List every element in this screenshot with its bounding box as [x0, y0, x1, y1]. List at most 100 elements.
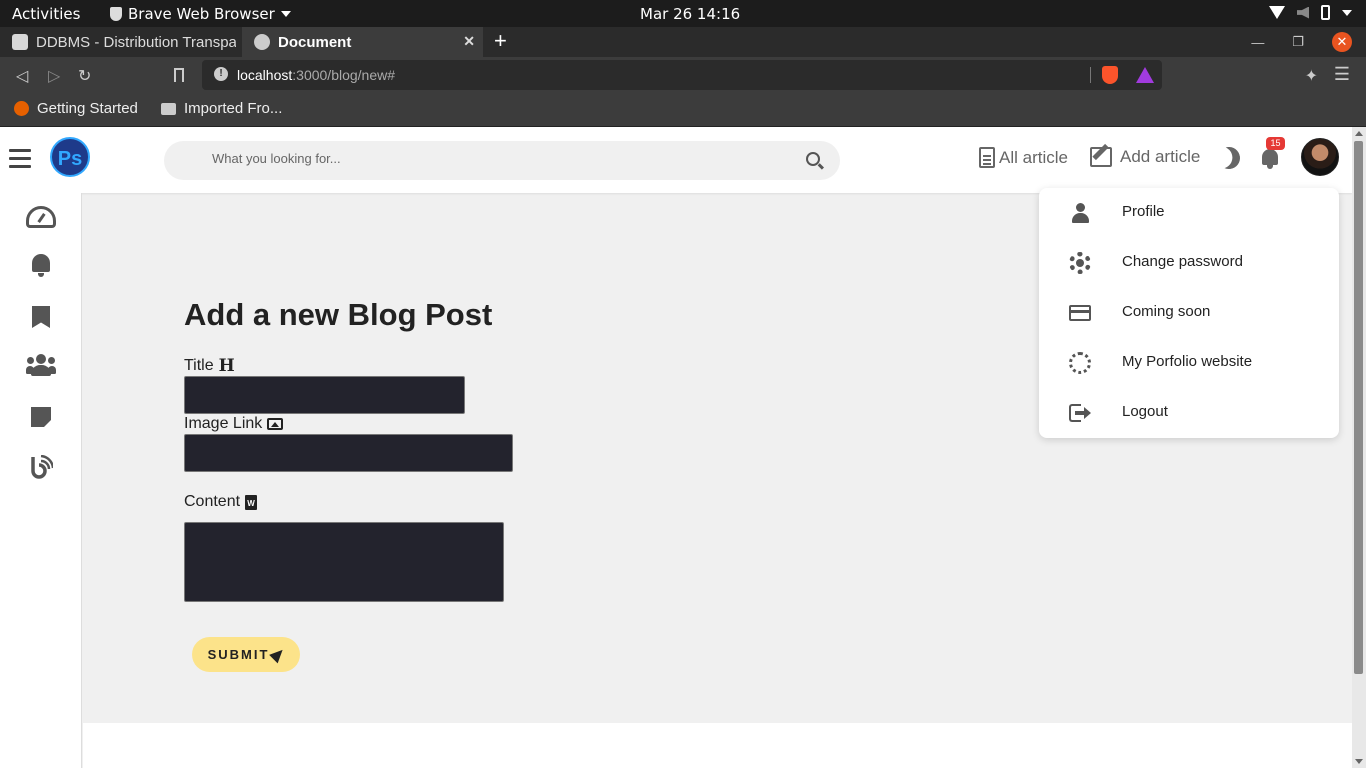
scrollbar-thumb[interactable] — [1354, 141, 1363, 674]
notifications-icon[interactable] — [26, 254, 56, 282]
profile-dropdown-menu: Profile Change password Coming soon My P… — [1039, 188, 1339, 438]
image-link-input[interactable] — [184, 434, 513, 472]
brave-icon — [110, 7, 122, 21]
battery-icon — [1321, 5, 1330, 20]
gear-icon — [1069, 252, 1091, 274]
app-menu-label: Brave Web Browser — [128, 5, 275, 23]
tab-title: DDBMS - Distribution Transpa — [36, 33, 236, 51]
content-textarea[interactable] — [184, 522, 504, 602]
nav-add-article-label: Add article — [1120, 147, 1201, 166]
dark-mode-toggle-icon[interactable] — [1215, 144, 1243, 172]
app-menu[interactable]: Brave Web Browser — [110, 5, 291, 23]
menu-item-label: Logout — [1122, 403, 1168, 420]
browser-menu-icon[interactable]: ☰ — [1334, 64, 1350, 85]
restore-icon[interactable]: ❐ — [1292, 34, 1304, 50]
scroll-up-icon[interactable] — [1355, 131, 1363, 136]
activities-button[interactable]: Activities — [12, 5, 80, 23]
person-icon — [1069, 202, 1091, 224]
tab-ddbms[interactable]: DDBMS - Distribution Transpa — [0, 27, 242, 57]
notifications-bell-icon[interactable] — [1260, 149, 1280, 169]
menu-item-label: My Porfolio website — [1122, 353, 1253, 370]
logout-icon — [1069, 404, 1091, 422]
menu-item-label: Coming soon — [1122, 303, 1211, 320]
heading-icon: H — [218, 356, 235, 376]
brave-rewards-icon[interactable] — [1136, 67, 1154, 83]
system-tray[interactable] — [1269, 5, 1352, 20]
search-icon[interactable] — [806, 152, 820, 166]
chevron-down-icon — [1342, 9, 1352, 16]
users-icon[interactable] — [26, 354, 56, 382]
minimize-icon[interactable]: ― — [1251, 35, 1264, 50]
volume-icon — [1297, 6, 1309, 19]
browser-toolbar: ◁ ▷ ↻ ! localhost:3000/blog/new# ✦ ☰ — [0, 57, 1366, 93]
title-input[interactable] — [184, 376, 465, 414]
tab-document[interactable]: Document ✕ — [242, 27, 483, 57]
close-tab-icon[interactable]: ✕ — [463, 33, 475, 50]
menu-item-coming-soon[interactable]: Coming soon — [1039, 288, 1339, 338]
reload-icon[interactable]: ↻ — [78, 66, 91, 86]
edit-icon — [1090, 147, 1112, 167]
site-favicon-icon — [12, 34, 28, 50]
folder-icon — [161, 102, 176, 115]
menu-item-profile[interactable]: Profile — [1039, 188, 1339, 238]
content-label-text: Content — [184, 493, 241, 510]
clock[interactable]: Mar 26 14:16 — [640, 5, 740, 23]
spinner-icon — [1069, 352, 1091, 374]
menu-item-label: Profile — [1122, 203, 1165, 220]
image-link-label: Image Link — [184, 415, 284, 433]
system-top-bar: Activities Brave Web Browser Mar 26 14:1… — [0, 0, 1366, 27]
back-icon[interactable]: ◁ — [16, 66, 28, 86]
wifi-icon — [1269, 6, 1285, 19]
address-bar[interactable]: ! localhost:3000/blog/new# — [202, 60, 1162, 90]
search-input[interactable] — [212, 151, 772, 166]
notes-icon[interactable] — [31, 407, 51, 427]
page-scrollbar[interactable] — [1352, 127, 1366, 768]
forward-icon[interactable]: ▷ — [48, 66, 60, 86]
bookmark-imported-folder[interactable]: Imported Fro... — [161, 100, 282, 117]
url-path: :3000/blog/new# — [292, 67, 396, 83]
search-bar — [164, 141, 840, 180]
submit-button[interactable]: SUBMIT — [192, 637, 300, 672]
url-text: localhost:3000/blog/new# — [237, 67, 395, 83]
menu-item-portfolio[interactable]: My Porfolio website — [1039, 338, 1339, 388]
bookmark-label: Getting Started — [37, 100, 138, 117]
tab-bar: DDBMS - Distribution Transpa Document ✕ — [0, 27, 1366, 57]
nav-all-article-label: All article — [999, 147, 1068, 167]
dashboard-icon[interactable] — [26, 206, 56, 228]
bookmark-page-icon[interactable] — [174, 68, 184, 82]
image-link-label-text: Image Link — [184, 415, 263, 432]
submit-label: SUBMIT — [207, 647, 270, 662]
sidebar — [0, 193, 82, 768]
paper-plane-icon — [269, 645, 288, 664]
logo[interactable]: Ps — [50, 137, 90, 177]
brave-shields-icon[interactable] — [1102, 66, 1118, 84]
blog-icon[interactable] — [29, 454, 55, 479]
divider — [1090, 67, 1091, 83]
bookmark-getting-started[interactable]: Getting Started — [14, 100, 138, 117]
image-icon — [267, 418, 284, 430]
tab-title: Document — [278, 33, 352, 51]
url-host: localhost — [237, 67, 293, 83]
content-label: Content W — [184, 493, 258, 511]
title-label-text: Title — [184, 357, 214, 374]
close-window-button[interactable]: ✕ — [1332, 32, 1352, 52]
nav-all-article[interactable]: All article — [979, 147, 1068, 168]
document-icon — [979, 147, 995, 168]
scroll-down-icon[interactable] — [1355, 759, 1363, 764]
bookmark-icon[interactable] — [32, 306, 50, 328]
chevron-down-icon — [280, 11, 291, 17]
credit-card-icon — [1069, 305, 1091, 321]
new-tab-button[interactable]: + — [494, 30, 507, 52]
user-avatar[interactable] — [1301, 138, 1339, 176]
word-file-icon: W — [245, 494, 258, 510]
menu-item-change-password[interactable]: Change password — [1039, 238, 1339, 288]
site-info-icon[interactable]: ! — [214, 67, 228, 81]
menu-item-logout[interactable]: Logout — [1039, 388, 1339, 438]
title-label: Title H — [184, 356, 235, 376]
bookmarks-bar: Getting Started Imported Fro... — [0, 93, 1366, 127]
menu-item-label: Change password — [1122, 253, 1243, 270]
extensions-icon[interactable]: ✦ — [1305, 66, 1318, 86]
hamburger-menu-icon[interactable] — [9, 149, 31, 173]
nav-add-article[interactable]: Add article — [1090, 147, 1200, 167]
bookmark-label: Imported Fro... — [184, 100, 283, 117]
